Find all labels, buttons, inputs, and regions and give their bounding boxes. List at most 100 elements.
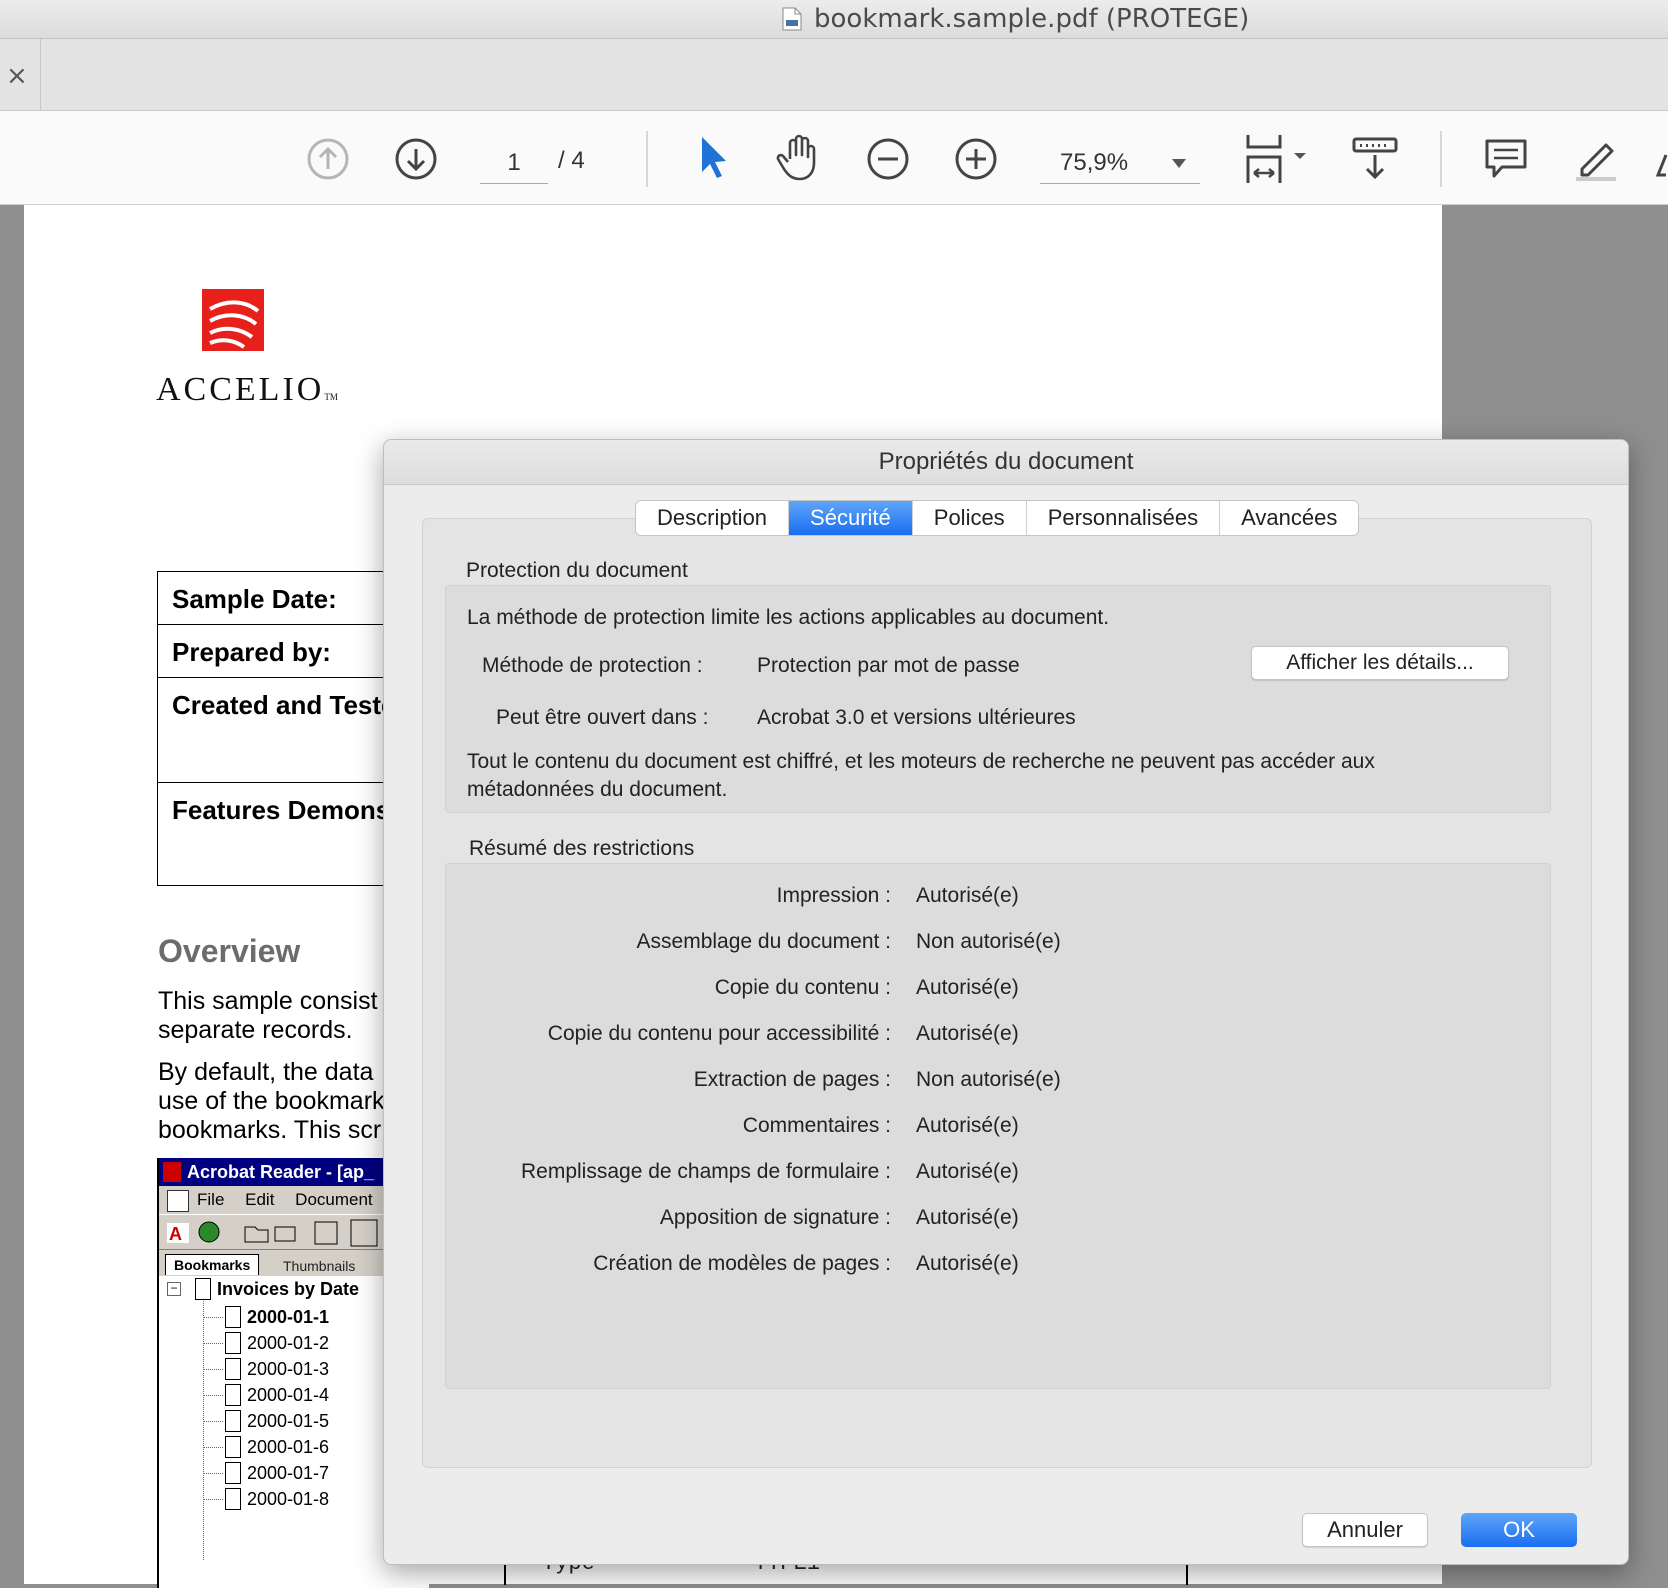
info-row-features: Features Demons — [158, 783, 418, 885]
restrictions-section-title: Résumé des restrictions — [469, 837, 695, 860]
tree-root: − Invoices by Date — [167, 1278, 359, 1300]
scroll-mode-icon[interactable] — [1352, 135, 1398, 181]
restriction-label: Copie du contenu pour accessibilité : — [547, 1022, 891, 1045]
protection-box: La méthode de protection limite les acti… — [445, 585, 1551, 813]
close-tab-button[interactable]: × — [6, 61, 28, 91]
info-row-sample-date: Sample Date: — [158, 572, 418, 625]
tree-item-label: 2000-01-1 — [247, 1306, 330, 1327]
restriction-label: Assemblage du document : — [636, 930, 891, 953]
ok-button[interactable]: OK — [1461, 1513, 1577, 1547]
encryption-note: métadonnées du document. — [467, 778, 728, 801]
tab-custom[interactable]: Personnalisées — [1027, 501, 1221, 535]
bookmark-page-icon — [225, 1306, 241, 1328]
bookmark-page-icon — [225, 1462, 241, 1484]
select-tool-icon[interactable] — [698, 135, 730, 181]
logo-wordmark: ACCELIO — [156, 371, 325, 408]
sample-info-table: Sample Date: Prepared by: Created and Te… — [157, 571, 419, 886]
toolbar: 1 / 4 75,9% — [0, 111, 1668, 205]
tree-item-label: 2000-01-4 — [247, 1384, 330, 1405]
tree-item-label: 2000-01-5 — [247, 1410, 330, 1431]
tree-item: 2000-01-8 — [203, 1488, 329, 1510]
method-label: Méthode de protection : — [482, 654, 703, 677]
collapse-icon: − — [167, 1282, 181, 1296]
info-label: Created and Teste — [172, 690, 396, 720]
bookmark-page-icon — [225, 1488, 241, 1510]
toolbar-divider — [646, 131, 648, 187]
bookmark-page-icon — [225, 1384, 241, 1406]
bookmark-page-icon — [195, 1278, 211, 1300]
restriction-label: Apposition de signature : — [659, 1206, 891, 1229]
restriction-value: Non autorisé(e) — [916, 930, 1061, 953]
embedded-title: Acrobat Reader - [ap_ — [187, 1162, 375, 1182]
embedded-menu-item: Document — [295, 1190, 373, 1209]
restriction-value: Autorisé(e) — [916, 976, 1019, 999]
window-titlebar: bookmark.sample.pdf (PROTEGE) — [0, 0, 1668, 39]
document-properties-dialog: Propriétés du document Protection du doc… — [383, 439, 1629, 1565]
restrictions-box: Impression : Autorisé(e) Assemblage du d… — [445, 863, 1551, 1389]
page-number-input[interactable]: 1 — [480, 145, 548, 184]
tree-item: 2000-01-1 — [203, 1306, 329, 1328]
tree-item-label: 2000-01-2 — [247, 1332, 330, 1353]
restriction-value: Autorisé(e) — [916, 1114, 1019, 1137]
info-label: Sample Date: — [172, 584, 337, 614]
tab-divider — [40, 39, 41, 110]
hand-tool-icon[interactable] — [776, 133, 824, 181]
acrobat-icon — [163, 1162, 181, 1182]
info-row-prepared-by: Prepared by: — [158, 625, 418, 678]
tree-item-label: 2000-01-3 — [247, 1358, 330, 1379]
paragraph-line: This sample consist — [158, 987, 378, 1015]
tree-item: 2000-01-5 — [203, 1410, 329, 1432]
restriction-label: Extraction de pages : — [693, 1068, 891, 1091]
pdf-file-icon — [782, 7, 802, 31]
properties-tab-bar: Description Sécurité Polices Personnalis… — [635, 500, 1360, 536]
previous-page-icon[interactable] — [306, 137, 350, 181]
tree-item: 2000-01-2 — [203, 1332, 329, 1354]
restriction-value: Autorisé(e) — [916, 1206, 1019, 1229]
zoom-out-icon[interactable] — [866, 137, 910, 181]
show-details-button[interactable]: Afficher les détails... — [1251, 646, 1509, 680]
tree-item-label: 2000-01-7 — [247, 1462, 330, 1483]
highlight-pen-icon[interactable] — [1572, 135, 1622, 183]
logo-tm: TM — [324, 392, 338, 402]
fit-page-icon[interactable] — [1244, 133, 1310, 185]
tab-strip: × — [0, 39, 1668, 111]
tree-item: 2000-01-6 — [203, 1436, 329, 1458]
window-title: bookmark.sample.pdf (PROTEGE) — [814, 4, 1250, 34]
protection-intro: La méthode de protection limite les acti… — [467, 606, 1110, 629]
restriction-value: Autorisé(e) — [916, 1160, 1019, 1183]
comment-icon[interactable] — [1484, 137, 1528, 181]
tree-root-label: Invoices by Date — [217, 1278, 360, 1299]
restriction-label: Impression : — [776, 884, 891, 907]
info-row-created-tested: Created and Teste — [158, 678, 418, 783]
tab-advanced[interactable]: Avancées — [1220, 501, 1358, 535]
page-total: / 4 — [558, 147, 585, 174]
tree-item: 2000-01-3 — [203, 1358, 329, 1380]
restriction-value: Autorisé(e) — [916, 1022, 1019, 1045]
security-panel: Protection du document La méthode de pro… — [422, 518, 1592, 1468]
encryption-note: Tout le contenu du document est chiffré,… — [467, 750, 1375, 773]
paragraph-line: bookmarks. This scr — [158, 1116, 382, 1144]
draw-icon[interactable] — [1656, 135, 1668, 183]
document-icon — [167, 1190, 189, 1212]
protection-section-title: Protection du document — [466, 559, 688, 582]
tab-security[interactable]: Sécurité — [789, 501, 913, 535]
zoom-in-icon[interactable] — [954, 137, 998, 181]
paragraph-line: use of the bookmark — [158, 1087, 385, 1115]
cancel-button[interactable]: Annuler — [1302, 1513, 1428, 1547]
tab-fonts[interactable]: Polices — [913, 501, 1027, 535]
logo-text: ACCELIOTM — [156, 371, 338, 409]
info-label: Features Demons — [172, 795, 391, 825]
embedded-toolbar-icons: A — [167, 1219, 378, 1247]
embedded-tab-bookmarks: Bookmarks — [165, 1254, 260, 1275]
tab-description[interactable]: Description — [636, 501, 790, 535]
bookmark-page-icon — [225, 1358, 241, 1380]
zoom-select[interactable]: 75,9% — [1040, 145, 1200, 184]
next-page-icon[interactable] — [394, 137, 438, 181]
tree-item-label: 2000-01-8 — [247, 1488, 330, 1509]
dialog-title: Propriétés du document — [384, 440, 1628, 485]
restriction-label: Création de modèles de pages : — [593, 1252, 891, 1275]
info-label: Prepared by: — [172, 637, 331, 667]
restriction-label: Remplissage de champs de formulaire : — [520, 1160, 891, 1183]
overview-heading: Overview — [158, 933, 301, 969]
restriction-value: Autorisé(e) — [916, 884, 1019, 907]
